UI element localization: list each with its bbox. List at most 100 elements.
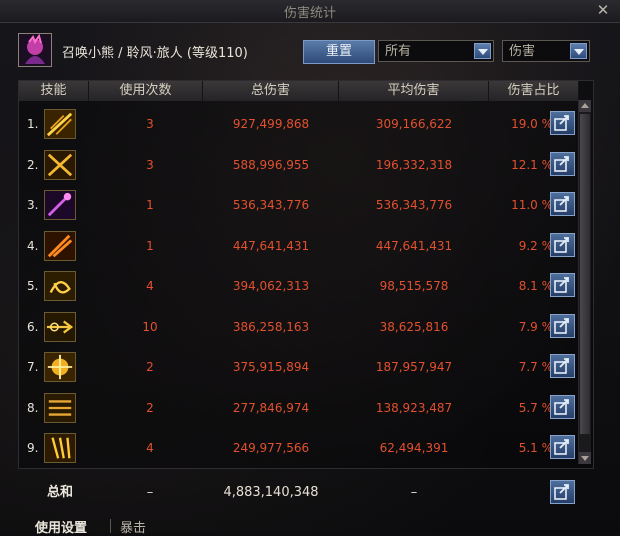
row-uses: 2 [146,360,154,374]
share-row-button[interactable] [550,151,575,176]
header-skill[interactable]: 技能 [19,81,89,101]
header-share[interactable]: 伤害占比 [489,81,579,101]
character-avatar [18,33,52,67]
totals-uses: – [146,485,154,500]
header-uses[interactable]: 使用次数 [89,81,203,101]
table-row: 4. 1 447,641,431 447,641,431 9.2 % [19,226,579,266]
row-total-damage: 249,977,566 [232,441,310,455]
tab-settings[interactable]: 使用设置 [35,517,87,536]
share-row-button[interactable] [550,435,575,459]
share-row-button[interactable] [550,111,575,135]
row-total-damage: 277,846,974 [232,400,310,415]
export-icon [554,317,569,334]
golden-burst-icon[interactable] [44,352,76,382]
share-row-button[interactable] [550,192,575,216]
row-avg-damage: 447,641,431 [375,238,453,253]
totals-damage: 4,883,140,348 [223,485,319,500]
row-uses: 4 [146,441,154,455]
share-row-button[interactable] [550,394,575,419]
row-avg-damage: 187,957,947 [375,360,453,374]
chevron-down-icon[interactable] [570,43,587,59]
table-row: 8. 2 277,846,974 138,923,487 5.7 % [19,388,579,428]
row-avg-damage: 38,625,816 [379,319,449,334]
row-damage-share: 7.9 % [518,319,553,334]
row-index: 5. [27,279,39,293]
row-index: 2. [27,157,39,172]
swirl-strike-icon[interactable] [44,271,76,301]
row-avg-damage: 138,923,487 [375,400,453,415]
row-uses: 3 [146,157,154,172]
export-icon [554,358,569,374]
table-row: 7. 2 375,915,894 187,957,947 7.7 % [19,347,579,387]
share-row-button[interactable] [550,313,575,338]
table-header: 技能 使用次数 总伤害 平均伤害 伤害占比 [19,81,579,101]
reset-button[interactable]: 重置 [303,40,375,64]
row-uses: 1 [146,198,154,212]
table-row: 6. 10 386,258,163 38,625,816 7.9 % [19,307,579,347]
share-row-button[interactable] [550,232,575,257]
row-uses: 1 [146,238,154,253]
row-damage-share: 7.7 % [518,360,553,374]
arrow-thrust-icon[interactable] [44,311,76,342]
sword-slash-icon[interactable] [44,109,76,139]
row-uses: 3 [146,117,154,131]
scope-select[interactable]: 所有 [378,40,494,62]
row-index: 4. [27,238,39,253]
purple-blade-icon[interactable] [44,190,76,220]
row-total-damage: 536,343,776 [232,198,310,212]
table-row: 1. 3 927,499,868 309,166,622 19.0 % [19,104,579,144]
row-index: 9. [27,441,39,455]
export-icon [554,196,569,212]
window-title: 伤害统计 [283,6,336,21]
row-damage-share: 19.0 % [511,117,553,131]
chevron-down-icon[interactable] [474,43,491,59]
row-avg-damage: 309,166,622 [375,117,453,131]
fire-blade-icon[interactable] [44,230,76,261]
header-total[interactable]: 总伤害 [203,81,339,101]
row-damage-share: 12.1 % [511,157,553,172]
scroll-thumb[interactable] [580,114,590,434]
row-damage-share: 8.1 % [518,279,553,293]
row-damage-share: 5.7 % [518,400,553,415]
export-icon [554,236,569,253]
row-total-damage: 588,996,955 [232,157,310,172]
metric-select[interactable]: 伤害 [502,40,590,62]
close-icon[interactable]: ✕ [594,1,612,19]
export-icon [554,155,569,172]
row-avg-damage: 536,343,776 [375,198,453,212]
row-damage-share: 9.2 % [518,238,553,253]
export-icon [554,277,569,293]
export-icon [554,115,569,131]
row-total-damage: 394,062,313 [232,279,310,293]
title-bar[interactable]: 伤害统计 ✕ [0,0,620,23]
row-uses: 10 [142,319,158,334]
row-index: 1. [27,117,39,131]
share-row-button[interactable] [550,273,575,297]
export-icon [554,398,569,415]
row-avg-damage: 62,494,391 [379,441,449,455]
tab-crit[interactable]: 暴击 [120,517,146,536]
scrollbar[interactable] [578,100,591,464]
claw-strike-icon[interactable] [44,433,76,463]
share-total-button[interactable] [550,480,575,504]
cross-slash-icon[interactable] [44,149,76,180]
row-index: 7. [27,360,39,374]
row-index: 6. [27,319,39,334]
table-row: 9. 4 249,977,566 62,494,391 5.1 % [19,428,579,468]
table-row: 2. 3 588,996,955 196,332,318 12.1 % [19,145,579,185]
scroll-down-icon[interactable] [579,452,591,464]
triple-slash-icon[interactable] [44,392,76,423]
tab-divider [110,519,111,533]
character-name: 召唤小熊 / 聆风·旅人 (等级110) [62,46,248,61]
export-icon [554,439,569,455]
header-avg[interactable]: 平均伤害 [339,81,489,101]
row-uses: 4 [146,279,154,293]
row-total-damage: 386,258,163 [232,319,310,334]
table-row: 3. 1 536,343,776 536,343,776 11.0 % [19,185,579,225]
scroll-up-icon[interactable] [579,100,591,112]
bottom-tabs: 使用设置 暴击 [0,515,620,536]
share-row-button[interactable] [550,354,575,378]
row-index: 3. [27,198,39,212]
row-total-damage: 447,641,431 [232,238,310,253]
row-damage-share: 5.1 % [518,441,553,455]
